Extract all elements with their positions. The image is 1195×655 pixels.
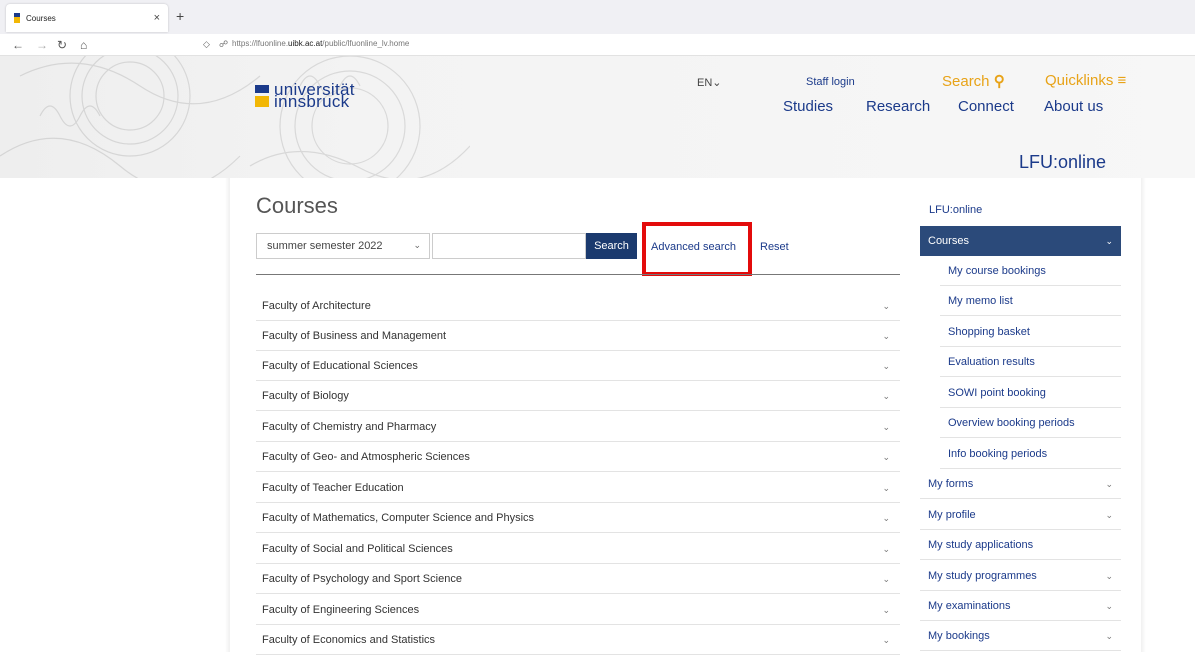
divider [256,274,900,275]
faculty-row[interactable]: Faculty of Psychology and Sport Science ⌄ [256,564,900,594]
search-icon: ⚲ [993,73,1005,90]
chevron-down-icon: ⌄ [882,483,890,493]
lock-icon[interactable]: ☍ [219,39,228,50]
sidebar-subitem[interactable]: My memo list [940,286,1121,316]
sidebar-heading[interactable]: LFU:online [929,204,982,216]
chevron-down-icon: ⌄ [882,513,890,523]
university-favicon-icon [14,13,20,23]
reload-icon[interactable]: ↻ [57,37,67,53]
chevron-down-icon: ⌄ [882,574,890,584]
faculty-row[interactable]: Faculty of Educational Sciences ⌄ [256,351,900,381]
chevron-down-icon: ⌄ [882,391,890,401]
chevron-down-icon: ⌄ [882,301,890,311]
chevron-down-icon: ⌄ [882,422,890,432]
close-tab-icon[interactable]: × [154,12,160,24]
faculty-row[interactable]: Faculty of Mathematics, Computer Science… [256,503,900,533]
sidebar-subitem[interactable]: Evaluation results [940,347,1121,377]
sidebar-subitem[interactable]: SOWI point booking [940,378,1121,408]
faculty-row[interactable]: Faculty of Engineering Sciences ⌄ [256,595,900,625]
quicklinks-menu[interactable]: Quicklinks ≡ [1045,72,1126,89]
language-selector[interactable]: EN⌄ [697,76,722,89]
faculty-row[interactable]: Faculty of Social and Political Sciences… [256,534,900,564]
sidebar-subitem[interactable]: Info booking periods [940,439,1121,469]
back-icon[interactable]: ← [12,37,24,53]
staff-login-link[interactable]: Staff login [806,76,855,88]
browser-tab-bar: Courses × + [0,0,1195,34]
nav-research[interactable]: Research [866,98,930,115]
chevron-down-icon: ⌄ [882,452,890,462]
chevron-down-icon: ⌄ [882,544,890,554]
chevron-down-icon: ⌄ [1105,236,1113,246]
reset-link[interactable]: Reset [760,241,789,253]
highlight-box [642,222,752,276]
chevron-down-icon: ⌄ [1105,631,1113,641]
sidebar-item-my-study-applications[interactable]: My study applications [920,530,1121,560]
chevron-down-icon: ⌄ [882,361,890,371]
browser-tab[interactable]: Courses × [6,4,168,32]
nav-about-us[interactable]: About us [1044,98,1103,115]
sidebar-item-courses[interactable]: Courses ⌄ [920,226,1121,256]
sidebar-item-my-examinations[interactable]: My examinations ⌄ [920,591,1121,621]
faculty-row[interactable]: Faculty of Teacher Education ⌄ [256,473,900,503]
chevron-down-icon: ⌄ [1105,479,1113,489]
chevron-down-icon: ⌄ [1105,510,1113,520]
header-search-link[interactable]: Search ⚲ [942,72,1005,90]
content-shadow [1141,178,1146,652]
sidebar-item-my-study-programmes[interactable]: My study programmes ⌄ [920,561,1121,591]
sidebar-item-my-bookings[interactable]: My bookings ⌄ [920,621,1121,651]
shield-icon[interactable]: ◇ [203,39,210,50]
faculty-row[interactable]: Faculty of Architecture ⌄ [256,291,900,321]
semester-value: summer semester 2022 [267,240,383,252]
chevron-down-icon: ⌄ [882,331,890,341]
sidebar-subitem[interactable]: My course bookings [940,256,1121,286]
section-title: LFU:online [1019,152,1107,172]
page-title: Courses [256,193,338,218]
forward-icon[interactable]: → [36,37,48,53]
hamburger-icon: ≡ [1117,72,1127,89]
chevron-down-icon: ⌄ [882,635,890,645]
logo-mark-icon [255,85,269,107]
semester-select[interactable]: summer semester 2022 ⌄ [256,233,430,259]
course-search-input[interactable] [432,233,586,259]
faculty-row[interactable]: Faculty of Economics and Statistics ⌄ [256,625,900,655]
url-field[interactable]: https://lfuonline.uibk.ac.at/public/lfuo… [232,39,409,48]
logo-line-2: innsbruck [274,92,350,111]
nav-connect[interactable]: Connect [958,98,1014,115]
faculty-row[interactable]: Faculty of Biology ⌄ [256,381,900,411]
chevron-down-icon: ⌄ [413,240,421,250]
faculty-row[interactable]: Faculty of Geo- and Atmospheric Sciences… [256,442,900,472]
faculty-row[interactable]: Faculty of Business and Management ⌄ [256,321,900,351]
sidebar-item-my-forms[interactable]: My forms ⌄ [920,469,1121,499]
chevron-down-icon: ⌄ [1105,601,1113,611]
address-bar: ← → ↻ ⌂ ◇ ☍ https://lfuonline.uibk.ac.at… [0,34,1195,56]
home-icon[interactable]: ⌂ [80,37,87,53]
faculty-row[interactable]: Faculty of Chemistry and Pharmacy ⌄ [256,412,900,442]
chevron-down-icon: ⌄ [1105,571,1113,581]
new-tab-icon[interactable]: + [176,8,184,24]
sidebar-item-my-profile[interactable]: My profile ⌄ [920,500,1121,530]
decorative-pattern [0,56,470,178]
search-button[interactable]: Search [586,233,637,259]
site-header: universität innsbruck EN⌄ Staff login Se… [0,56,1195,178]
sidebar-subitem[interactable]: Shopping basket [940,317,1121,347]
university-logo[interactable]: universität innsbruck [255,81,355,111]
nav-studies[interactable]: Studies [783,98,833,115]
sidebar-subitem[interactable]: Overview booking periods [940,408,1121,438]
tab-title: Courses [26,13,56,23]
chevron-down-icon: ⌄ [882,605,890,615]
